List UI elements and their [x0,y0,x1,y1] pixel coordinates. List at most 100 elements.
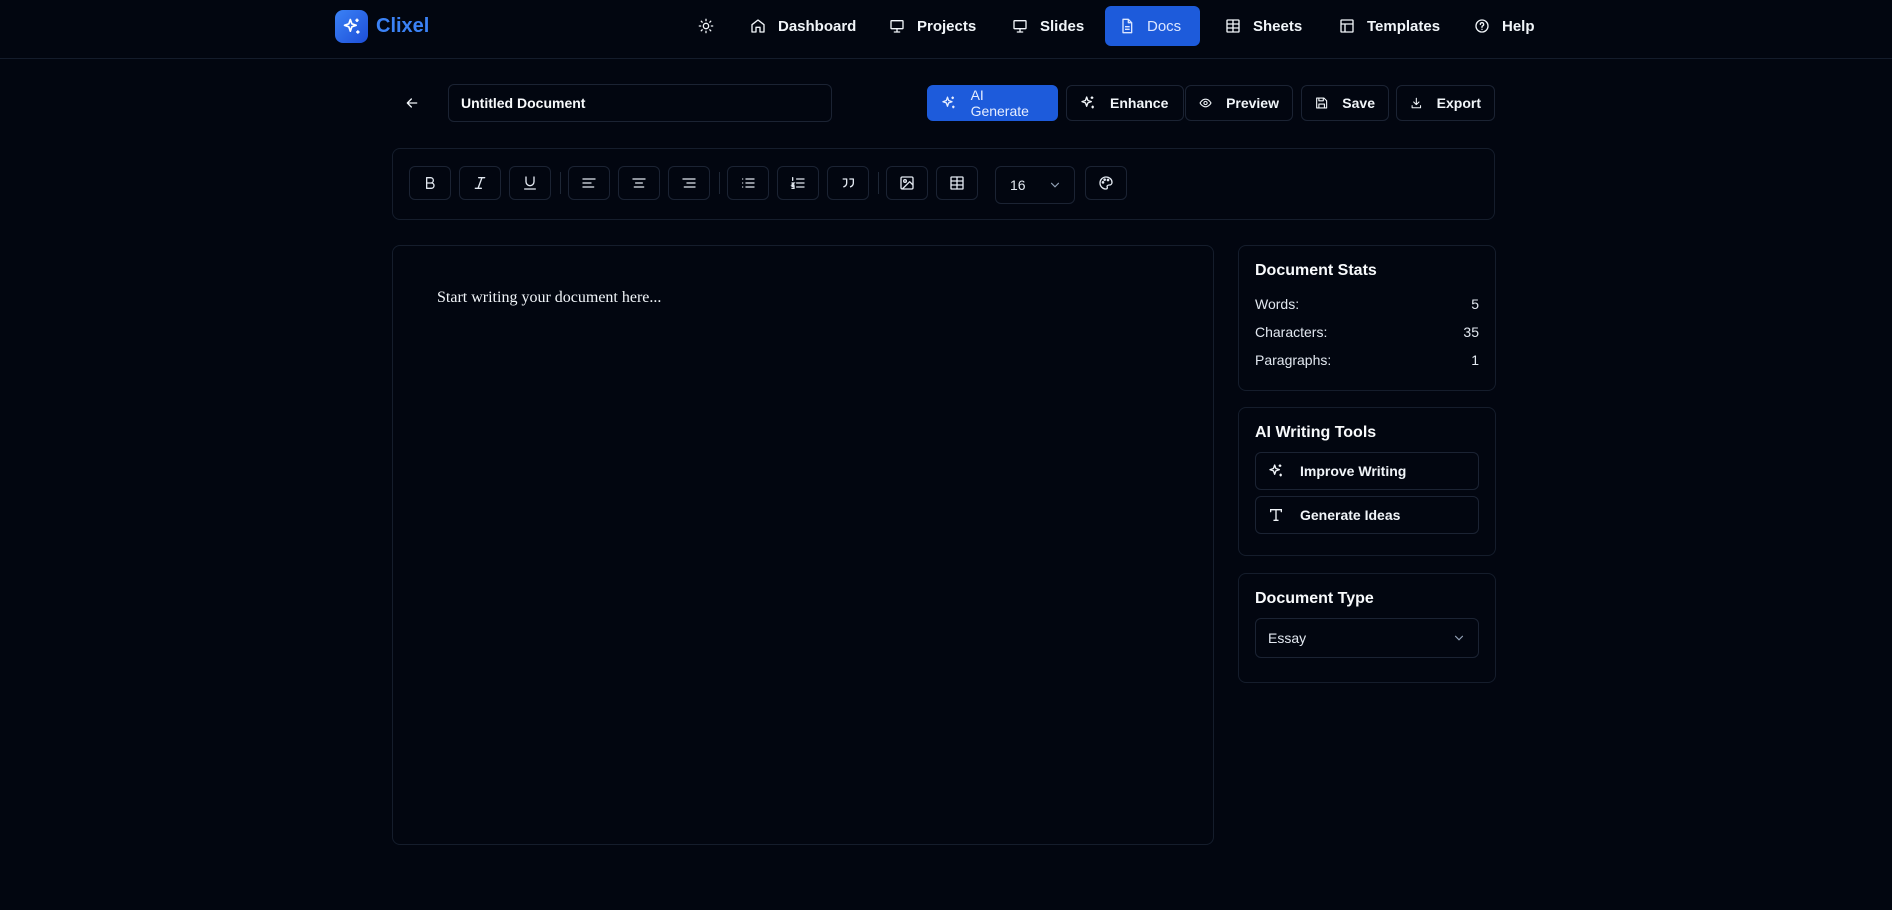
align-center-button[interactable] [618,166,660,200]
improve-writing-button[interactable]: Improve Writing [1255,452,1479,490]
numbered-list-icon [790,177,805,189]
insert-table-button[interactable] [936,166,978,200]
button-label: AI Generate [970,87,1029,119]
stat-value: 5 [1471,296,1479,312]
sparkles-icon [942,96,955,109]
button-label: Save [1342,95,1375,111]
ai-generate-button[interactable]: AI Generate [927,85,1058,121]
align-right-icon [682,178,696,188]
save-icon [1316,97,1328,109]
insert-image-button[interactable] [886,166,928,200]
nav-projects[interactable]: Projects [875,6,990,46]
chevron-down-icon [1454,635,1464,641]
align-left-icon [582,178,596,188]
panel-title: Document Type [1255,590,1374,607]
brand[interactable]: Clixel [335,10,429,43]
table-icon [950,176,964,190]
bullet-list-button[interactable] [727,166,769,200]
text-color-button[interactable] [1085,166,1127,200]
ai-writing-tools-panel: AI Writing Tools Improve Writing Generat… [1238,407,1496,556]
nav-help[interactable]: Help [1460,6,1549,46]
document-stats-panel: Document Stats Words: 5 Characters: 35 P… [1238,245,1496,391]
align-center-icon [632,178,646,188]
image-icon [900,176,914,190]
sparkles-icon [1081,96,1094,109]
preview-button[interactable]: Preview [1185,85,1293,121]
panel-title: Document Stats [1255,262,1377,279]
nav-slides[interactable]: Slides [998,6,1098,46]
font-size-value: 16 [1010,177,1026,193]
toolbar-divider [560,172,561,194]
numbered-list-button[interactable] [777,166,819,200]
nav-label: Help [1502,17,1535,35]
document-icon [1122,18,1133,34]
layout-icon [1340,19,1354,33]
document-editor[interactable]: Start writing your document here... [392,245,1214,845]
theme-toggle-button[interactable] [688,6,724,46]
quote-button[interactable] [827,166,869,200]
help-circle-icon [1475,19,1489,33]
nav-label: Dashboard [778,17,857,35]
align-left-button[interactable] [568,166,610,200]
button-label: Improve Writing [1300,463,1407,479]
top-navigation-bar: Clixel Dashboard Projects Slides Docs Sh… [0,0,1892,59]
formatting-toolbar: 16 [392,148,1495,220]
nav-templates[interactable]: Templates [1325,6,1454,46]
bold-icon [426,177,435,189]
nav-label: Docs [1147,17,1182,35]
selected-value: Essay [1268,630,1307,646]
document-title-input[interactable] [448,84,832,122]
palette-icon [1099,176,1113,190]
underline-icon [524,176,536,190]
table-icon [1226,19,1240,33]
stat-label: Words: [1255,296,1300,312]
button-label: Generate Ideas [1300,507,1401,523]
stat-row-characters: Characters: 35 [1255,318,1479,346]
nav-label: Sheets [1253,17,1303,35]
sun-icon [698,18,714,34]
download-icon [1411,97,1422,109]
panel-title: AI Writing Tools [1255,424,1377,441]
toolbar-divider [719,172,720,194]
type-icon [1270,509,1282,521]
save-button[interactable]: Save [1301,85,1389,121]
button-label: Preview [1226,95,1279,111]
italic-icon [474,177,486,189]
nav-dashboard[interactable]: Dashboard [736,6,870,46]
stat-value: 1 [1471,352,1479,368]
presentation-icon [890,20,904,33]
document-type-select[interactable]: Essay [1255,618,1479,658]
sparkles-icon [335,10,368,43]
bold-button[interactable] [409,166,451,200]
generate-ideas-button[interactable]: Generate Ideas [1255,496,1479,534]
editor-content[interactable]: Start writing your document here... [437,289,1169,307]
quote-icon [842,178,854,188]
bullet-list-icon [742,178,755,188]
enhance-button[interactable]: Enhance [1066,85,1184,121]
nav-docs[interactable]: Docs [1105,6,1200,46]
font-size-select[interactable]: 16 [995,166,1075,204]
export-button[interactable]: Export [1396,85,1495,121]
presentation-icon [1013,20,1027,33]
back-button[interactable] [398,86,426,120]
nav-label: Projects [917,17,977,35]
nav-label: Slides [1040,17,1085,35]
sparkles-icon [1269,464,1282,477]
stat-row-paragraphs: Paragraphs: 1 [1255,346,1479,374]
stat-label: Paragraphs: [1255,352,1332,368]
toolbar-divider [878,172,879,194]
stat-row-words: Words: 5 [1255,290,1479,318]
button-label: Export [1436,95,1481,111]
underline-button[interactable] [509,166,551,200]
align-right-button[interactable] [668,166,710,200]
eye-icon [1199,98,1212,108]
brand-name: Clixel [376,15,430,37]
stat-label: Characters: [1255,324,1328,340]
chevron-down-icon [1050,182,1060,188]
document-type-panel: Document Type Essay [1238,573,1496,683]
nav-sheets[interactable]: Sheets [1211,6,1316,46]
italic-button[interactable] [459,166,501,200]
button-label: Enhance [1110,95,1169,111]
nav-label: Templates [1367,17,1441,35]
arrow-left-icon [406,98,418,108]
